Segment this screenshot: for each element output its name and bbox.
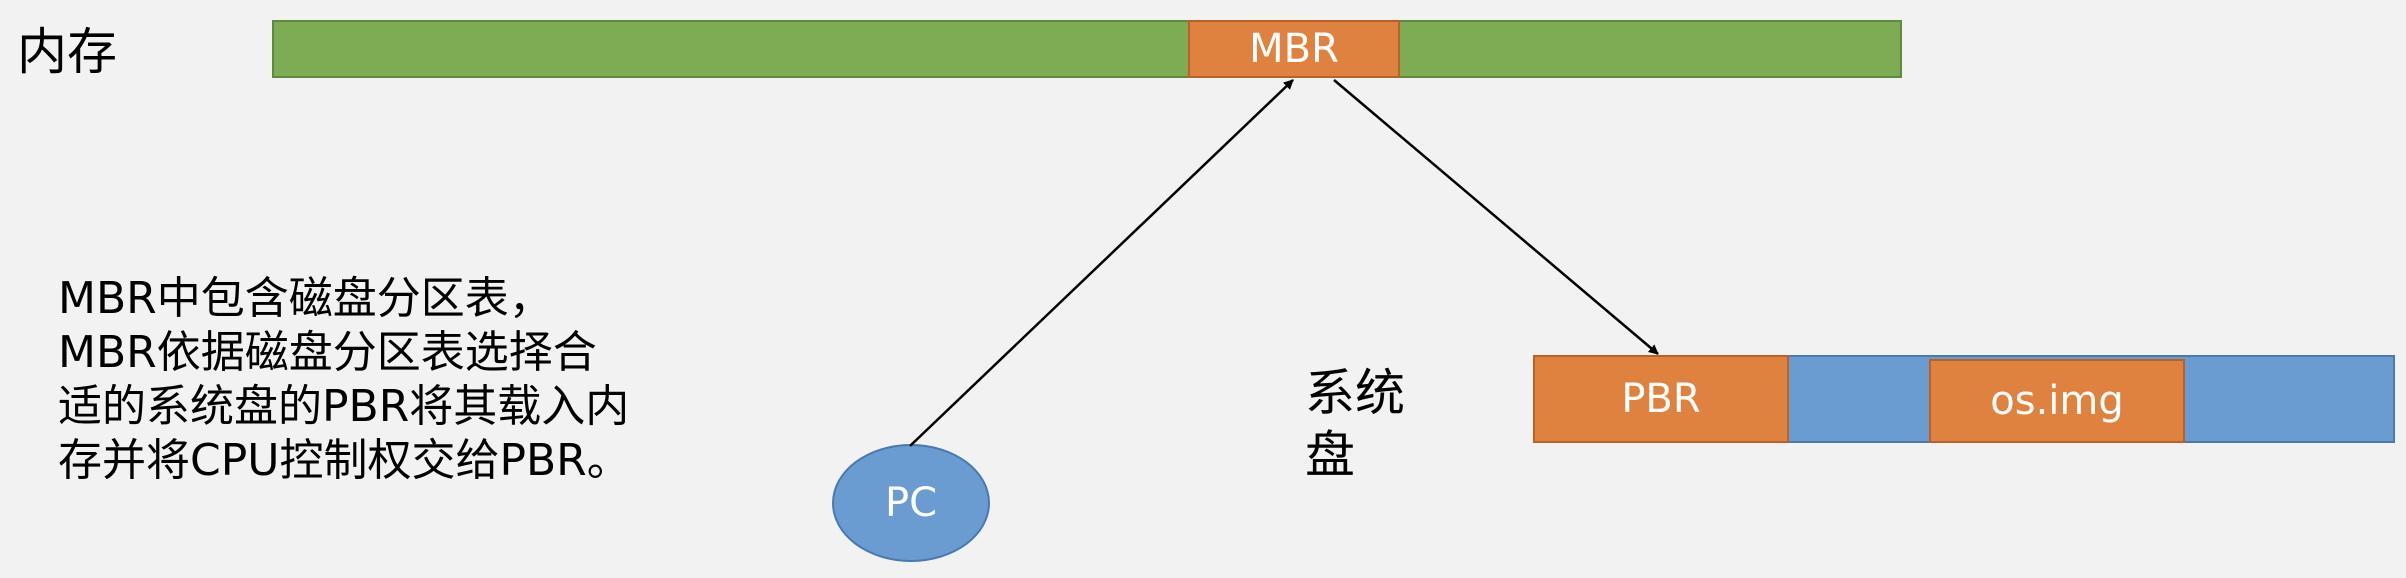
pc-to-mbr-arrow [909, 79, 1294, 447]
mbr-to-pbr-arrow [1333, 79, 1659, 355]
arrows-layer [909, 79, 1659, 447]
